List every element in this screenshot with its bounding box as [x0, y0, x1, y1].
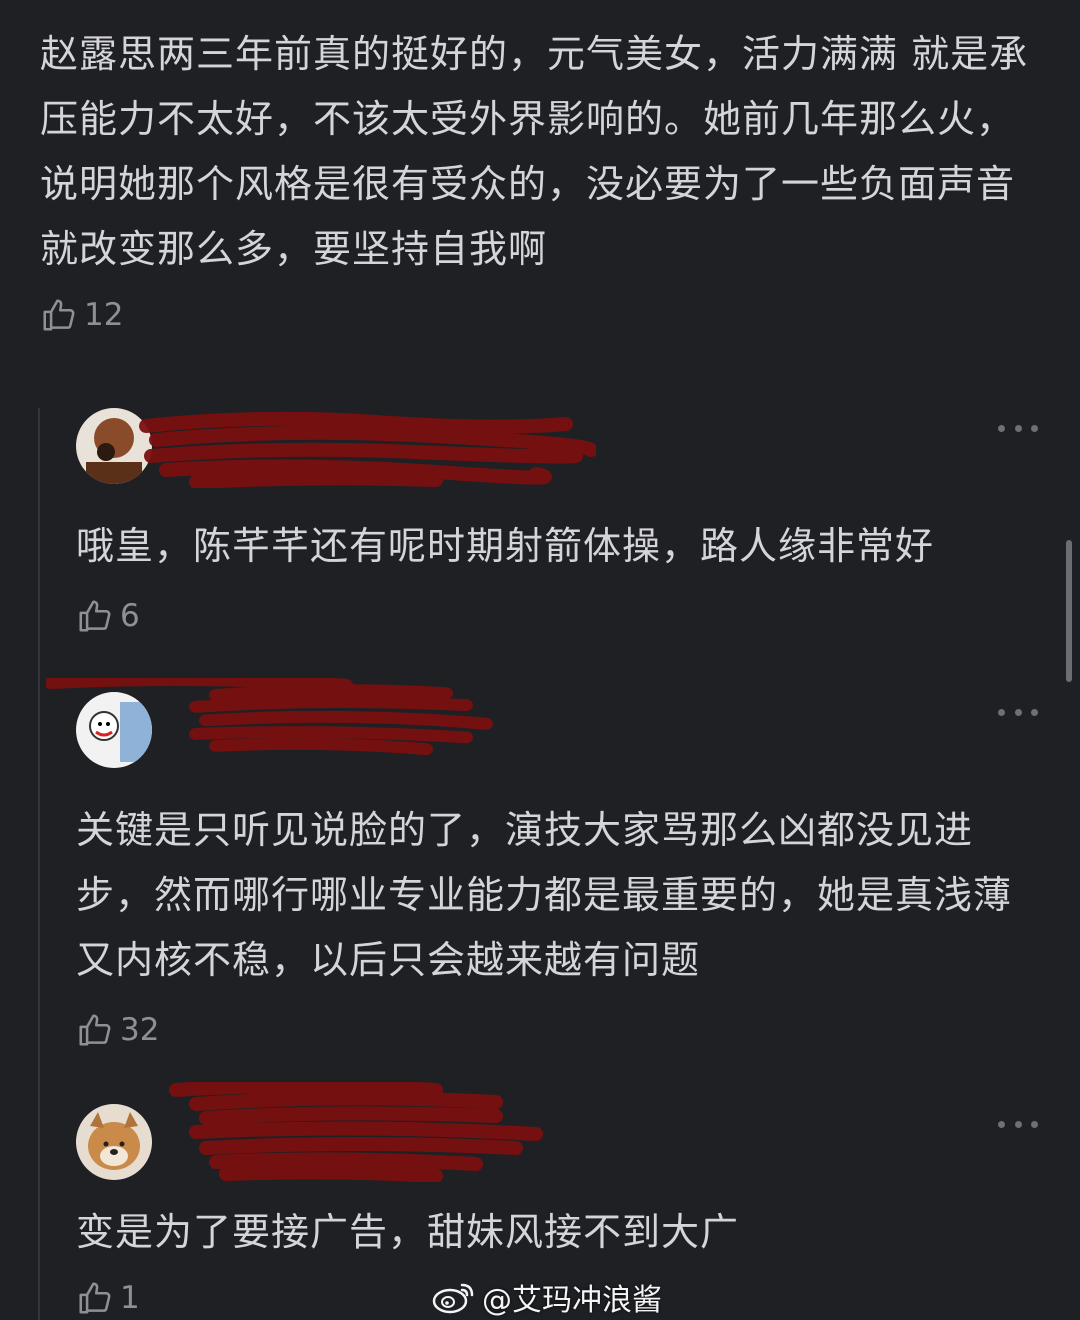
redaction-scribble	[169, 1082, 543, 1182]
like-count: 32	[120, 1012, 160, 1048]
avatar[interactable]	[76, 408, 152, 484]
avatar[interactable]	[76, 1104, 152, 1180]
thumbs-up-icon	[43, 299, 75, 331]
more-dots-icon[interactable]	[998, 702, 1038, 722]
more-dots-icon[interactable]	[998, 1114, 1038, 1134]
like-count: 6	[120, 598, 140, 634]
thumbs-up-icon	[79, 1282, 111, 1314]
reply-text: 关键是只听见说脸的了，演技大家骂那么凶都没见进步，然而哪行哪业专业能力都是最重要…	[76, 808, 1013, 982]
main-comment: 赵露思两三年前真的挺好的，元气美女，活力满满 就是承压能力不太好，不该太受外界影…	[40, 22, 1040, 334]
like-button[interactable]: 6	[76, 597, 1036, 635]
more-dots-icon[interactable]	[998, 418, 1038, 438]
like-button[interactable]: 32	[76, 1011, 1036, 1049]
reply-text: 哦皇，陈芊芊还有呢时期射箭体操，路人缘非常好	[76, 524, 935, 568]
reply-item: 关键是只听见说脸的了，演技大家骂那么凶都没见进步，然而哪行哪业专业能力都是最重要…	[46, 678, 1038, 1049]
scrollbar[interactable]	[1066, 540, 1072, 682]
thumbs-up-icon	[79, 600, 111, 632]
avatar[interactable]	[76, 692, 152, 768]
like-count: 12	[84, 297, 124, 333]
main-comment-text: 赵露思两三年前真的挺好的，元气美女，活力满满 就是承压能力不太好，不该太受外界影…	[40, 32, 1029, 271]
redaction-scribble	[139, 411, 596, 488]
reply-thread-line	[38, 408, 40, 1320]
weibo-logo-icon	[432, 1283, 474, 1314]
watermark-text: @艾玛冲浪酱	[482, 1283, 662, 1318]
watermark: @艾玛冲浪酱	[432, 1275, 662, 1319]
like-button[interactable]: 12	[40, 296, 1040, 334]
reply-item: 哦皇，陈芊芊还有呢时期射箭体操，路人缘非常好 6	[76, 408, 1038, 635]
thumbs-up-icon	[79, 1014, 111, 1046]
like-count: 1	[120, 1280, 140, 1316]
reply-text: 变是为了要接广告，甜妹风接不到大广	[76, 1210, 740, 1254]
